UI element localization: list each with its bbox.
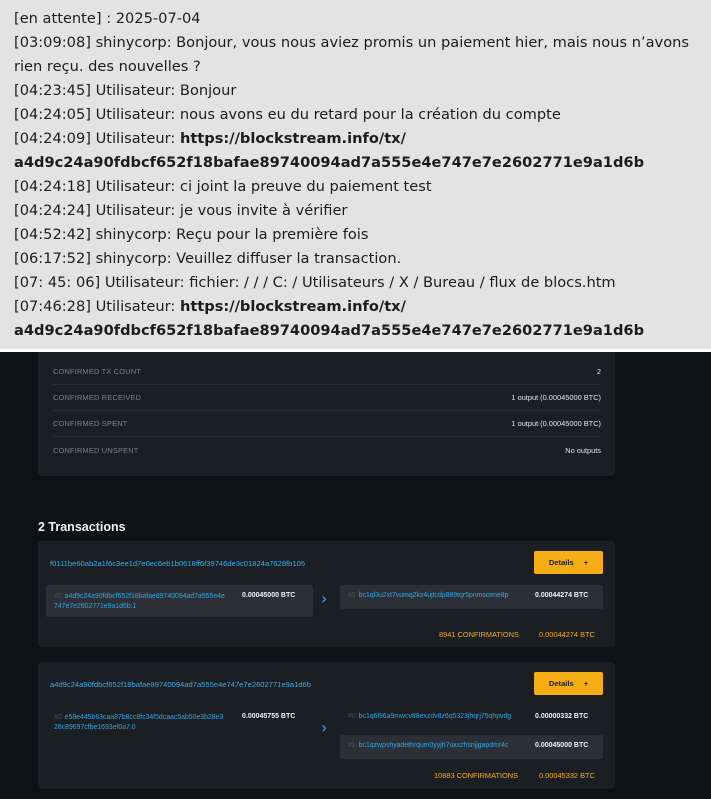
stat-value: 1 output (0.00045000 BTC): [511, 393, 601, 402]
input-index: #0: [54, 714, 62, 721]
output-address[interactable]: bc1qzwpshyadethrqum0yyjh7uxxzhsnjjgapdmr…: [359, 742, 509, 749]
tx-input[interactable]: #0 a4d9c24a90fdbcf652f18bafae89740094ad7a…: [46, 585, 313, 617]
input-address-line-1[interactable]: e58e445b63caa87b8cc8fc34f5dcaac5ab50e3b2…: [65, 714, 224, 721]
confirmations-count: 8941 CONFIRMATIONS: [439, 630, 519, 639]
input-index: #0: [54, 593, 62, 600]
chat-line-shinycorp-greeting: [03:09:08] shinycorp: Bonjour, vous nous…: [14, 34, 689, 75]
tx-link-part-1[interactable]: https://blockstream.info/tx/: [180, 298, 406, 315]
tx-input[interactable]: #0 e58e445b63caa87b8cc8fc34f5dcaac5ab50e3…: [46, 706, 313, 738]
output-amount: 0.00044274 BTC: [535, 592, 589, 599]
tx-output-2-highlighted[interactable]: #1 bc1qzwpshyadethrqum0yyjh7uxxzhsnjjgapd…: [340, 735, 603, 759]
stat-row-unspent: CONFIRMED UNSPENT No outputs: [53, 437, 601, 463]
chat-line-user-proof: [04:24:18] Utilisateur: ci joint la preu…: [14, 178, 432, 195]
details-label: Details: [548, 558, 574, 567]
tx-id-link[interactable]: a4d9c24a90fdbcf652f18bafae89740094ad7a55…: [50, 680, 311, 689]
plus-icon: +: [583, 558, 589, 567]
chat-line-user-link-2-cont: a4d9c24a90fdbcf652f18bafae89740094ad7a55…: [14, 319, 697, 343]
block-explorer-screenshot: CONFIRMED TX COUNT 2 CONFIRMED RECEIVED …: [0, 352, 711, 799]
output-index: #1: [348, 742, 356, 749]
stat-label: CONFIRMED RECEIVED: [53, 393, 142, 402]
tx-output-1[interactable]: #0 bc1q6l96a9mwcv88exzdv8z6q5323jhqrj75qh…: [340, 706, 603, 730]
chat-line-user-link-1-cont: a4d9c24a90fdbcf652f18bafae89740094ad7a55…: [14, 151, 697, 175]
chat-line-user-link-1: [04:24:09] Utilisateur: https://blockstr…: [14, 127, 697, 151]
chat-prefix: [07:46:28] Utilisateur:: [14, 298, 180, 315]
details-label: Details: [548, 679, 574, 688]
chevron-right-icon: ›: [321, 718, 328, 737]
output-index: #0: [348, 713, 356, 720]
transaction-card-2: a4d9c24a90fdbcf652f18bafae89740094ad7a55…: [38, 662, 615, 789]
plus-icon: +: [583, 679, 589, 688]
input-address-line-2[interactable]: 28c89697cfbe1693ef0a7:0: [54, 724, 136, 731]
input-address-line-1[interactable]: a4d9c24a90fdbcf652f18bafae89740094ad7a55…: [65, 593, 225, 600]
tx-total: 0.00044274 BTC: [539, 630, 595, 639]
chat-line-user-hello: [04:23:45] Utilisateur: Bonjour: [14, 82, 237, 99]
address-stats-card: CONFIRMED TX COUNT 2 CONFIRMED RECEIVED …: [38, 352, 615, 476]
chat-prefix: [04:24:09] Utilisateur:: [14, 130, 180, 147]
stat-label: CONFIRMED TX COUNT: [53, 367, 142, 376]
chat-line-shinycorp-broadcast: [06:17:52] shinycorp: Veuillez diffuser …: [14, 250, 402, 267]
confirmations-count: 10883 CONFIRMATIONS: [434, 771, 519, 780]
stat-label: CONFIRMED SPENT: [53, 419, 128, 428]
chat-line-user-verify: [04:24:24] Utilisateur: je vous invite à…: [14, 202, 348, 219]
input-address-line-2[interactable]: 747e7e2602771e9a1d6b:1: [54, 603, 136, 610]
output-amount: 0.00000332 BTC: [535, 713, 589, 720]
output-index: #0: [348, 592, 356, 599]
chat-log: [en attente] : 2025-07-04 [03:09:08] shi…: [0, 0, 711, 349]
chat-line-user-file: [07: 45: 06] Utilisateur: fichier: / / /…: [14, 274, 616, 291]
chevron-right-icon: ›: [321, 589, 328, 608]
chat-line-user-delay: [04:24:05] Utilisateur: nous avons eu du…: [14, 106, 561, 123]
chat-line-shinycorp-received: [04:52:42] shinycorp: Reçu pour la premi…: [14, 226, 369, 243]
details-button[interactable]: Details +: [534, 551, 603, 574]
input-amount: 0.00045755 BTC: [242, 713, 296, 720]
tx-total: 0.00045332 BTC: [539, 771, 595, 780]
tx-output[interactable]: #0 bc1ql3u2xt7vumq2kz4ujtcdp889tqr5pnmsce…: [340, 585, 603, 609]
stat-value: 2: [596, 367, 601, 376]
stat-row-spent: CONFIRMED SPENT 1 output (0.00045000 BTC…: [53, 411, 601, 437]
details-button[interactable]: Details +: [534, 672, 603, 695]
chat-line-user-link-2: [07:46:28] Utilisateur: https://blockstr…: [14, 295, 697, 319]
chat-line-pending-date: [en attente] : 2025-07-04: [14, 10, 201, 27]
stat-row-tx-count: CONFIRMED TX COUNT 2: [53, 359, 601, 385]
stat-row-received: CONFIRMED RECEIVED 1 output (0.00045000 …: [53, 385, 601, 411]
stat-value: 1 output (0.00045000 BTC): [511, 419, 601, 428]
tx-link-part-1[interactable]: https://blockstream.info/tx/: [180, 130, 406, 147]
stat-label: CONFIRMED UNSPENT: [53, 445, 139, 455]
transaction-card-1: f0111be60ab2a1f6c3ee1d7e0ec6eb1b0618ff6f…: [38, 541, 615, 647]
output-address[interactable]: bc1ql3u2xt7vumq2kz4ujtcdp889tqr5pnmscene…: [359, 592, 509, 599]
tx-id-link[interactable]: f0111be60ab2a1f6c3ee1d7e0ec6eb1b0618ff6f…: [50, 559, 305, 568]
input-amount: 0.00045000 BTC: [242, 592, 296, 599]
stat-value: No outputs: [565, 445, 601, 455]
output-address[interactable]: bc1q6l96a9mwcv88exzdv8z6q5323jhqrj75qhpv…: [359, 713, 511, 720]
tx-link-part-2[interactable]: a4d9c24a90fdbcf652f18bafae89740094ad7a55…: [14, 322, 644, 339]
tx-link-part-2[interactable]: a4d9c24a90fdbcf652f18bafae89740094ad7a55…: [14, 154, 644, 171]
transactions-heading: 2 Transactions: [38, 520, 126, 534]
output-amount: 0.00045000 BTC: [535, 742, 589, 749]
